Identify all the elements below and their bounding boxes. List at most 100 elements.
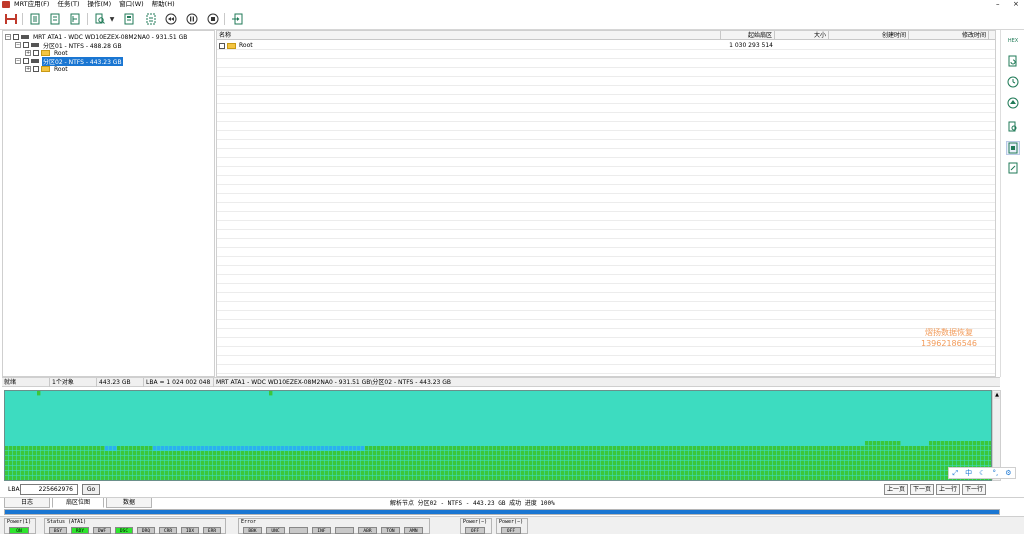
doc-export-icon[interactable] bbox=[144, 12, 158, 26]
sector-cell bbox=[945, 436, 949, 441]
doc-image-icon[interactable] bbox=[1006, 141, 1020, 155]
ime-expand-icon[interactable]: ⤢ bbox=[953, 469, 959, 478]
minimize-button[interactable]: – bbox=[996, 0, 1000, 9]
sector-cell bbox=[189, 406, 193, 411]
sector-cell bbox=[61, 441, 65, 446]
tree-checkbox[interactable] bbox=[23, 42, 29, 48]
sector-cell bbox=[121, 451, 125, 456]
column-start-sector[interactable]: 起始扇区 bbox=[721, 31, 775, 40]
sector-cell bbox=[517, 401, 521, 406]
menu-help[interactable]: 帮助(H) bbox=[152, 0, 175, 9]
ime-punctuation-icon[interactable]: °, bbox=[992, 469, 998, 477]
sector-cell bbox=[797, 461, 801, 466]
sector-cell bbox=[913, 426, 917, 431]
column-created[interactable]: 创建时间 bbox=[829, 31, 909, 40]
sector-cell bbox=[729, 441, 733, 446]
sector-cell bbox=[29, 456, 33, 461]
pause-icon[interactable] bbox=[185, 12, 199, 26]
tree-node-partition2[interactable]: − 分区02 - NTFS - 443.23 GB bbox=[15, 56, 123, 66]
sector-cell bbox=[229, 446, 233, 451]
column-size[interactable]: 大小 bbox=[775, 31, 829, 40]
sector-cell bbox=[425, 396, 429, 401]
doc-search-icon[interactable] bbox=[93, 12, 107, 26]
stop-icon[interactable] bbox=[206, 12, 220, 26]
sector-cell bbox=[77, 401, 81, 406]
sector-cell bbox=[225, 431, 229, 436]
expand-icon[interactable]: + bbox=[25, 50, 31, 56]
exit-icon[interactable] bbox=[230, 12, 244, 26]
sector-cell bbox=[689, 466, 693, 471]
next-row-button[interactable]: 下一行 bbox=[962, 484, 986, 495]
sector-cell bbox=[673, 456, 677, 461]
tree-checkbox[interactable] bbox=[33, 50, 39, 56]
tree-checkbox[interactable] bbox=[23, 58, 29, 64]
tab-sector-bitmap[interactable]: 扇区位图 bbox=[52, 498, 104, 508]
doc-edit-icon[interactable] bbox=[1006, 161, 1020, 175]
menu-operation[interactable]: 操作(M) bbox=[87, 0, 111, 9]
sector-cell bbox=[413, 396, 417, 401]
sector-bitmap[interactable] bbox=[4, 390, 992, 481]
go-button[interactable]: Go bbox=[82, 484, 100, 495]
collapse-icon[interactable]: − bbox=[15, 58, 21, 64]
row-checkbox[interactable] bbox=[219, 42, 225, 49]
sector-cell bbox=[745, 406, 749, 411]
sector-cell bbox=[325, 476, 329, 480]
doc-scan-icon[interactable] bbox=[28, 12, 42, 26]
expand-icon[interactable]: + bbox=[25, 66, 31, 72]
close-button[interactable]: × bbox=[1013, 0, 1019, 9]
sector-cell bbox=[705, 431, 709, 436]
sector-cell bbox=[377, 451, 381, 456]
prev-page-button[interactable]: 上一页 bbox=[884, 484, 908, 495]
up-circle-icon[interactable] bbox=[1006, 96, 1020, 110]
menu-file[interactable]: MRT应用(F) bbox=[14, 0, 49, 9]
hex-icon[interactable]: HEX bbox=[1006, 34, 1020, 48]
doc-list-icon[interactable] bbox=[48, 12, 62, 26]
sector-cell bbox=[413, 421, 417, 426]
doc-search-icon[interactable] bbox=[1006, 120, 1020, 134]
tree-node-partition2-root[interactable]: + Root bbox=[25, 65, 69, 73]
tab-log[interactable]: 日志 bbox=[4, 498, 50, 508]
sector-cell bbox=[901, 441, 905, 446]
column-modified[interactable]: 修改时间 bbox=[909, 31, 989, 40]
tree-checkbox[interactable] bbox=[33, 66, 39, 72]
sector-cell bbox=[425, 461, 429, 466]
sector-cell bbox=[589, 441, 593, 446]
sector-cell bbox=[837, 396, 841, 401]
scroll-up-icon[interactable]: ▲ bbox=[994, 392, 1000, 399]
doc-refresh-icon[interactable] bbox=[1006, 54, 1020, 68]
sector-cell bbox=[449, 451, 453, 456]
tree-checkbox[interactable] bbox=[13, 34, 19, 40]
rewind-icon[interactable] bbox=[164, 12, 178, 26]
next-page-button[interactable]: 下一页 bbox=[910, 484, 934, 495]
tree-node-partition1[interactable]: − 分区01 - NTFS - 488.28 GB bbox=[15, 41, 123, 50]
doc-report-icon[interactable] bbox=[122, 12, 136, 26]
dropdown-arrow-icon[interactable]: ▼ bbox=[108, 12, 116, 26]
sector-cell bbox=[781, 396, 785, 401]
ime-moon-icon[interactable]: ☾ bbox=[979, 469, 985, 477]
ime-settings-icon[interactable]: ⚙ bbox=[1005, 469, 1011, 477]
sector-cell bbox=[17, 411, 21, 416]
clock-icon[interactable] bbox=[1006, 75, 1020, 89]
menu-task[interactable]: 任务(T) bbox=[57, 0, 79, 9]
disk-connect-icon[interactable] bbox=[4, 12, 18, 26]
lba-input[interactable] bbox=[20, 484, 78, 495]
sector-cell bbox=[193, 406, 197, 411]
sector-cell bbox=[853, 476, 857, 480]
sector-cell bbox=[969, 391, 973, 396]
sector-cell bbox=[661, 446, 665, 451]
menu-window[interactable]: 窗口(W) bbox=[119, 0, 144, 9]
sector-cell bbox=[961, 416, 965, 421]
tab-data[interactable]: 数据 bbox=[106, 498, 152, 508]
sector-cell bbox=[93, 476, 97, 480]
prev-row-button[interactable]: 上一行 bbox=[936, 484, 960, 495]
ime-language-toggle[interactable]: 中 bbox=[965, 468, 972, 478]
sector-cell bbox=[665, 461, 669, 466]
column-name[interactable]: 名称 bbox=[217, 31, 721, 40]
sector-cell bbox=[553, 451, 557, 456]
sector-cell bbox=[381, 426, 385, 431]
doc-tree-icon[interactable] bbox=[68, 12, 82, 26]
collapse-icon[interactable]: − bbox=[5, 34, 11, 40]
sector-cell bbox=[637, 426, 641, 431]
table-row[interactable]: Root 1 030 293 514 bbox=[217, 41, 995, 50]
collapse-icon[interactable]: − bbox=[15, 42, 21, 48]
